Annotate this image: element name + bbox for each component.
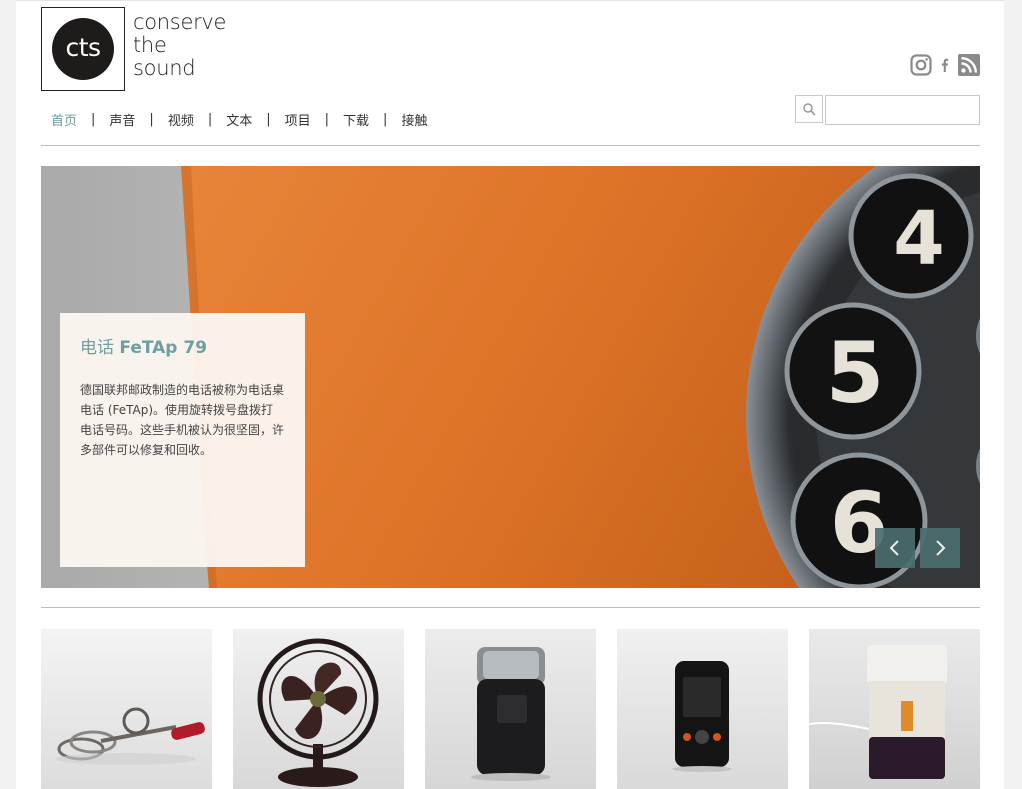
page: cts conserve the sound 首页 | 声音 | 视频 | 文本… — [16, 0, 1004, 789]
search-form — [795, 95, 980, 125]
slide-title-name: FeTAp 79 — [119, 338, 208, 358]
slide-caption: 电话 FeTAp 79 德国联邦邮政制造的电话被称为电话桌电话 (FeTAp)。… — [60, 313, 305, 567]
egg-beater-image — [41, 629, 212, 789]
logo-line-3: sound — [133, 56, 196, 80]
search-icon — [803, 103, 816, 116]
nav-item-text[interactable]: 文本 — [226, 110, 252, 129]
logo-wordmark: conserve the sound — [133, 11, 243, 80]
thumbnail-grid — [41, 629, 980, 789]
slider-prev-button[interactable] — [875, 528, 915, 568]
nav-separator: | — [383, 111, 388, 127]
coffee-grinder-image — [809, 629, 980, 789]
rss-icon[interactable] — [958, 54, 980, 76]
slider-next-button[interactable] — [920, 528, 960, 568]
thumbnail-electric-shaver[interactable] — [425, 629, 596, 789]
slide-description: 德国联邦邮政制造的电话被称为电话桌电话 (FeTAp)。使用旋转拨号盘拨打电话号… — [80, 383, 285, 457]
nav-separator: | — [91, 111, 96, 127]
desk-fan-image — [233, 629, 404, 789]
site-logo[interactable]: cts conserve the sound — [41, 7, 241, 91]
search-input[interactable] — [825, 95, 980, 125]
social-links — [910, 53, 980, 77]
nav-item-home[interactable]: 首页 — [51, 110, 77, 129]
logo-line-2: the — [133, 33, 167, 57]
dial-digit-4: 4 — [893, 196, 945, 282]
thumbnail-coffee-grinder[interactable] — [809, 629, 980, 789]
nav-item-projects[interactable]: 项目 — [285, 110, 311, 129]
slide-title-prefix: 电话 — [80, 338, 120, 358]
nav-item-contact[interactable]: 接触 — [401, 110, 427, 129]
nav-separator: | — [324, 111, 330, 127]
instagram-icon[interactable] — [910, 54, 932, 76]
main-nav: 首页 | 声音 | 视频 | 文本 | 项目 | 下载 | 接触 — [51, 109, 427, 129]
electric-shaver-image — [425, 629, 596, 789]
chevron-right-icon — [936, 540, 946, 556]
nav-item-video[interactable]: 视频 — [168, 110, 194, 129]
chevron-left-icon — [889, 540, 899, 556]
logo-circle: cts — [52, 18, 114, 80]
content-divider — [41, 607, 980, 608]
thumbnail-desk-fan[interactable] — [233, 629, 404, 789]
slide-title: 电话 FeTAp 79 — [80, 333, 285, 358]
logo-line-1: conserve — [133, 10, 227, 34]
thumbnail-mobile-phone[interactable] — [617, 629, 788, 789]
hero-slider: 4 5 6 电话 FeTAp 79 德国联邦邮政制造的电话被称为电话桌电话 (F… — [41, 166, 980, 588]
nav-item-sound[interactable]: 声音 — [109, 110, 135, 129]
search-button[interactable] — [795, 95, 823, 123]
logo-box: cts — [41, 7, 125, 91]
dial-digit-5: 5 — [826, 324, 884, 422]
nav-item-downloads[interactable]: 下载 — [343, 110, 369, 129]
facebook-icon[interactable] — [938, 54, 952, 76]
header-divider — [41, 145, 980, 146]
nav-separator: | — [207, 111, 213, 127]
logo-mark: cts — [65, 33, 101, 62]
thumbnail-egg-beater[interactable] — [41, 629, 212, 789]
nav-separator: | — [266, 111, 271, 127]
nav-separator: | — [149, 111, 154, 127]
mobile-phone-image — [617, 629, 788, 789]
